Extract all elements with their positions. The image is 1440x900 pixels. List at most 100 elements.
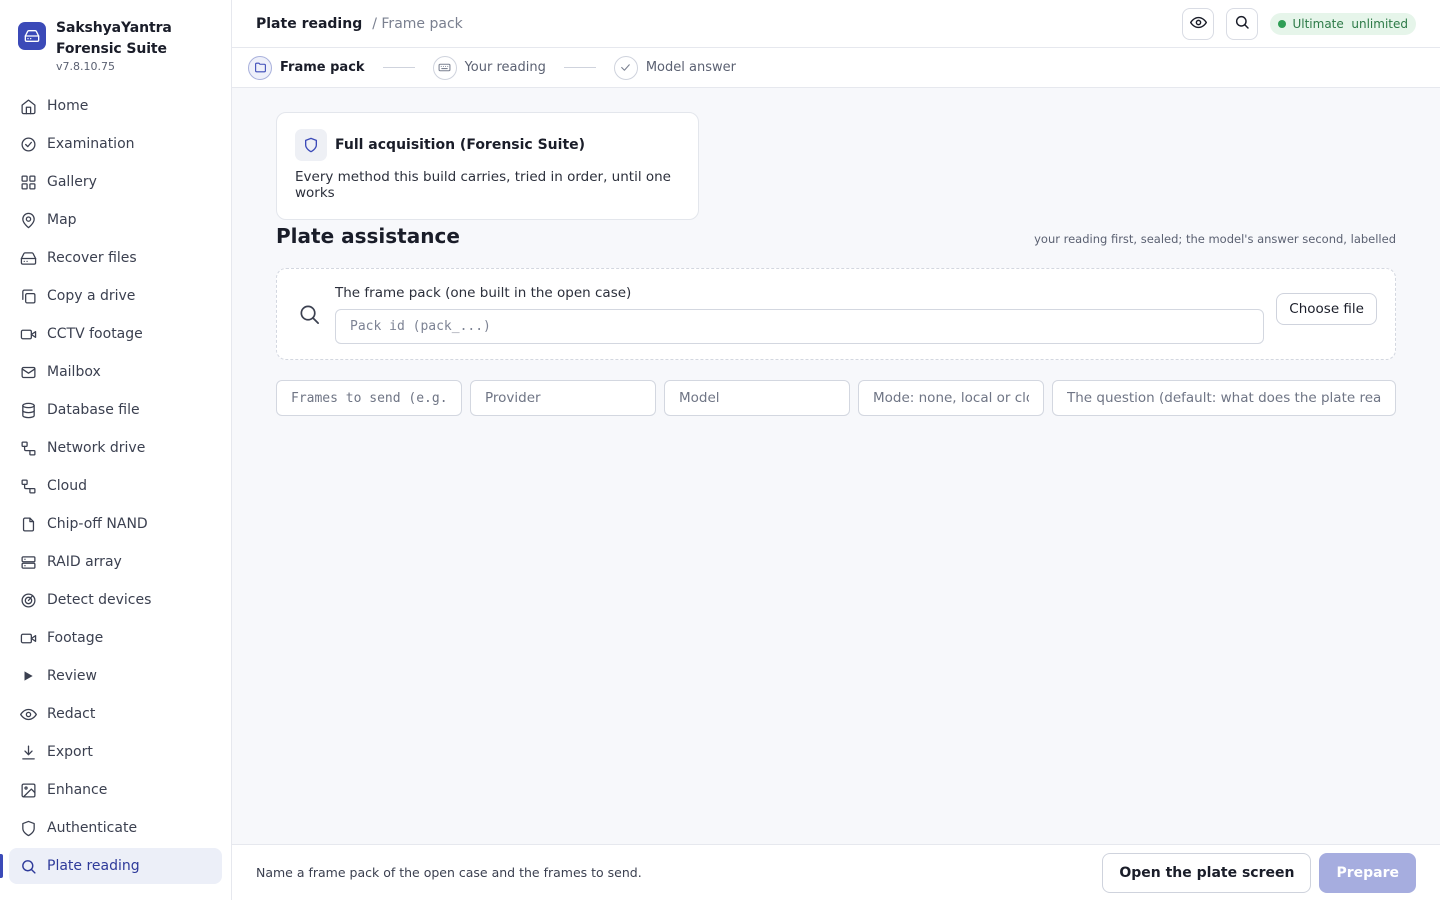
brand-version: v7.8.10.75 xyxy=(56,60,115,73)
mode-input[interactable] xyxy=(858,380,1044,416)
sidebar-item-recover-files[interactable]: Recover files xyxy=(9,240,222,276)
step-label: Model answer xyxy=(645,60,736,75)
footer-message: Name a frame pack of the open case and t… xyxy=(256,865,642,880)
search-icon xyxy=(297,303,321,326)
eye-icon xyxy=(19,705,37,723)
section-note: your reading first, sealed; the model's … xyxy=(1034,232,1396,246)
keyboard-icon xyxy=(432,55,457,80)
folder-icon xyxy=(248,55,272,80)
step-label: Frame pack xyxy=(280,60,365,75)
model-input[interactable] xyxy=(664,380,850,416)
copy-icon xyxy=(19,287,37,305)
sidebar-item-plate-reading[interactable]: Plate reading xyxy=(0,848,222,884)
server-icon xyxy=(19,553,37,571)
search-icon xyxy=(1234,14,1250,33)
sidebar-item-map[interactable]: Map xyxy=(9,202,222,238)
eye-icon xyxy=(1189,14,1207,34)
sidebar-item-label: Gallery xyxy=(47,174,97,190)
image-icon xyxy=(19,781,37,799)
content: Full acquisition (Forensic Suite) Every … xyxy=(232,88,1440,416)
sidebar-item-examination[interactable]: Examination xyxy=(9,126,222,162)
sidebar-item-copy-a-drive[interactable]: Copy a drive xyxy=(9,278,222,314)
frames-input[interactable] xyxy=(276,380,462,416)
shield-icon xyxy=(295,129,327,161)
play-icon xyxy=(19,667,37,685)
brand-name: SakshyaYantra Forensic Suite xyxy=(56,20,172,57)
file-icon xyxy=(19,515,37,533)
top-bar: Plate reading / Frame pack Ultimate unli… xyxy=(232,0,1440,48)
step-connector xyxy=(563,67,596,68)
mail-icon xyxy=(19,363,37,381)
sidebar-item-export[interactable]: Export xyxy=(9,734,222,770)
status-dot-icon xyxy=(1278,19,1287,28)
brand: SakshyaYantra Forensic Suite v7.8.10.75 xyxy=(0,0,231,88)
choose-file-button[interactable]: Choose file xyxy=(1276,293,1377,325)
section-title: Plate assistance xyxy=(276,224,460,248)
sidebar-item-chip-off-nand[interactable]: Chip-off NAND xyxy=(9,506,222,542)
footer-bar: Name a frame pack of the open case and t… xyxy=(232,844,1440,900)
database-icon xyxy=(19,401,37,419)
pack-id-input[interactable] xyxy=(335,308,1265,344)
provider-input[interactable] xyxy=(470,380,656,416)
section-header: Plate assistance your reading first, sea… xyxy=(276,224,1396,248)
check-circle-icon xyxy=(19,135,37,153)
sidebar-item-redact[interactable]: Redact xyxy=(9,696,222,732)
question-input[interactable] xyxy=(1052,380,1396,416)
sidebar-nav: Home Examination Gallery Map Recover fil… xyxy=(0,88,231,884)
sidebar-item-cctv-footage[interactable]: CCTV footage xyxy=(9,316,222,352)
sidebar-item-gallery[interactable]: Gallery xyxy=(9,164,222,200)
footer-actions: Open the plate screen Prepare xyxy=(1102,852,1416,893)
sidebar-item-label: Home xyxy=(47,98,89,114)
sidebar-item-database-file[interactable]: Database file xyxy=(9,392,222,428)
method-title: Full acquisition (Forensic Suite) xyxy=(335,137,586,153)
top-actions: Ultimate unlimited xyxy=(1170,7,1416,40)
sidebar-item-label: Plate reading xyxy=(47,858,140,874)
network-icon xyxy=(19,439,37,457)
sidebar-item-label: Network drive xyxy=(47,440,146,456)
sidebar-item-footage[interactable]: Footage xyxy=(9,620,222,656)
sidebar-item-label: Chip-off NAND xyxy=(47,516,148,532)
page-title: Plate reading xyxy=(256,15,363,32)
step-label: Your reading xyxy=(464,60,546,75)
sidebar-item-network-drive[interactable]: Network drive xyxy=(9,430,222,466)
sidebar-item-label: Authenticate xyxy=(47,820,138,836)
sidebar-item-cloud[interactable]: Cloud xyxy=(9,468,222,504)
prepare-button[interactable]: Prepare xyxy=(1319,852,1416,893)
sidebar-item-label: Redact xyxy=(47,706,96,722)
sidebar: SakshyaYantra Forensic Suite v7.8.10.75 … xyxy=(0,0,232,900)
method-description: Every method this build carries, tried i… xyxy=(295,169,671,201)
sidebar-item-label: Copy a drive xyxy=(47,288,136,304)
sidebar-item-label: RAID array xyxy=(47,554,122,570)
sidebar-item-detect-devices[interactable]: Detect devices xyxy=(9,582,222,618)
options-row xyxy=(276,380,1396,416)
step-frame-pack[interactable]: Frame pack xyxy=(248,55,365,80)
app-window: SakshyaYantra Forensic Suite v7.8.10.75 … xyxy=(0,0,1440,900)
sidebar-item-label: Export xyxy=(47,744,93,760)
search-button[interactable] xyxy=(1226,7,1259,40)
sidebar-item-raid-array[interactable]: RAID array xyxy=(9,544,222,580)
sidebar-item-mailbox[interactable]: Mailbox xyxy=(9,354,222,390)
drive-logo-icon xyxy=(18,22,46,50)
sidebar-item-home[interactable]: Home xyxy=(9,88,222,124)
network-icon xyxy=(19,477,37,495)
sidebar-item-label: Cloud xyxy=(47,478,87,494)
video-icon xyxy=(19,629,37,647)
sidebar-item-enhance[interactable]: Enhance xyxy=(9,772,222,808)
breadcrumb[interactable]: / Frame pack xyxy=(372,16,463,32)
sidebar-item-label: Footage xyxy=(47,630,104,646)
check-icon xyxy=(613,55,638,80)
sidebar-item-label: Recover files xyxy=(47,250,137,266)
sidebar-item-label: CCTV footage xyxy=(47,326,143,342)
sidebar-item-authenticate[interactable]: Authenticate xyxy=(9,810,222,846)
open-plate-screen-button[interactable]: Open the plate screen xyxy=(1102,852,1312,893)
main-area: Plate reading / Frame pack Ultimate unli… xyxy=(232,0,1440,900)
step-your-reading[interactable]: Your reading xyxy=(432,55,546,80)
sidebar-item-label: Examination xyxy=(47,136,135,152)
license-badge-label: Ultimate unlimited xyxy=(1292,16,1408,31)
frame-pack-label: The frame pack (one built in the open ca… xyxy=(335,284,632,301)
frame-pack-dropzone[interactable]: The frame pack (one built in the open ca… xyxy=(276,268,1396,360)
sidebar-item-review[interactable]: Review xyxy=(9,658,222,694)
grid-icon xyxy=(19,173,37,191)
step-model-answer[interactable]: Model answer xyxy=(613,55,736,80)
preview-button[interactable] xyxy=(1182,7,1215,40)
